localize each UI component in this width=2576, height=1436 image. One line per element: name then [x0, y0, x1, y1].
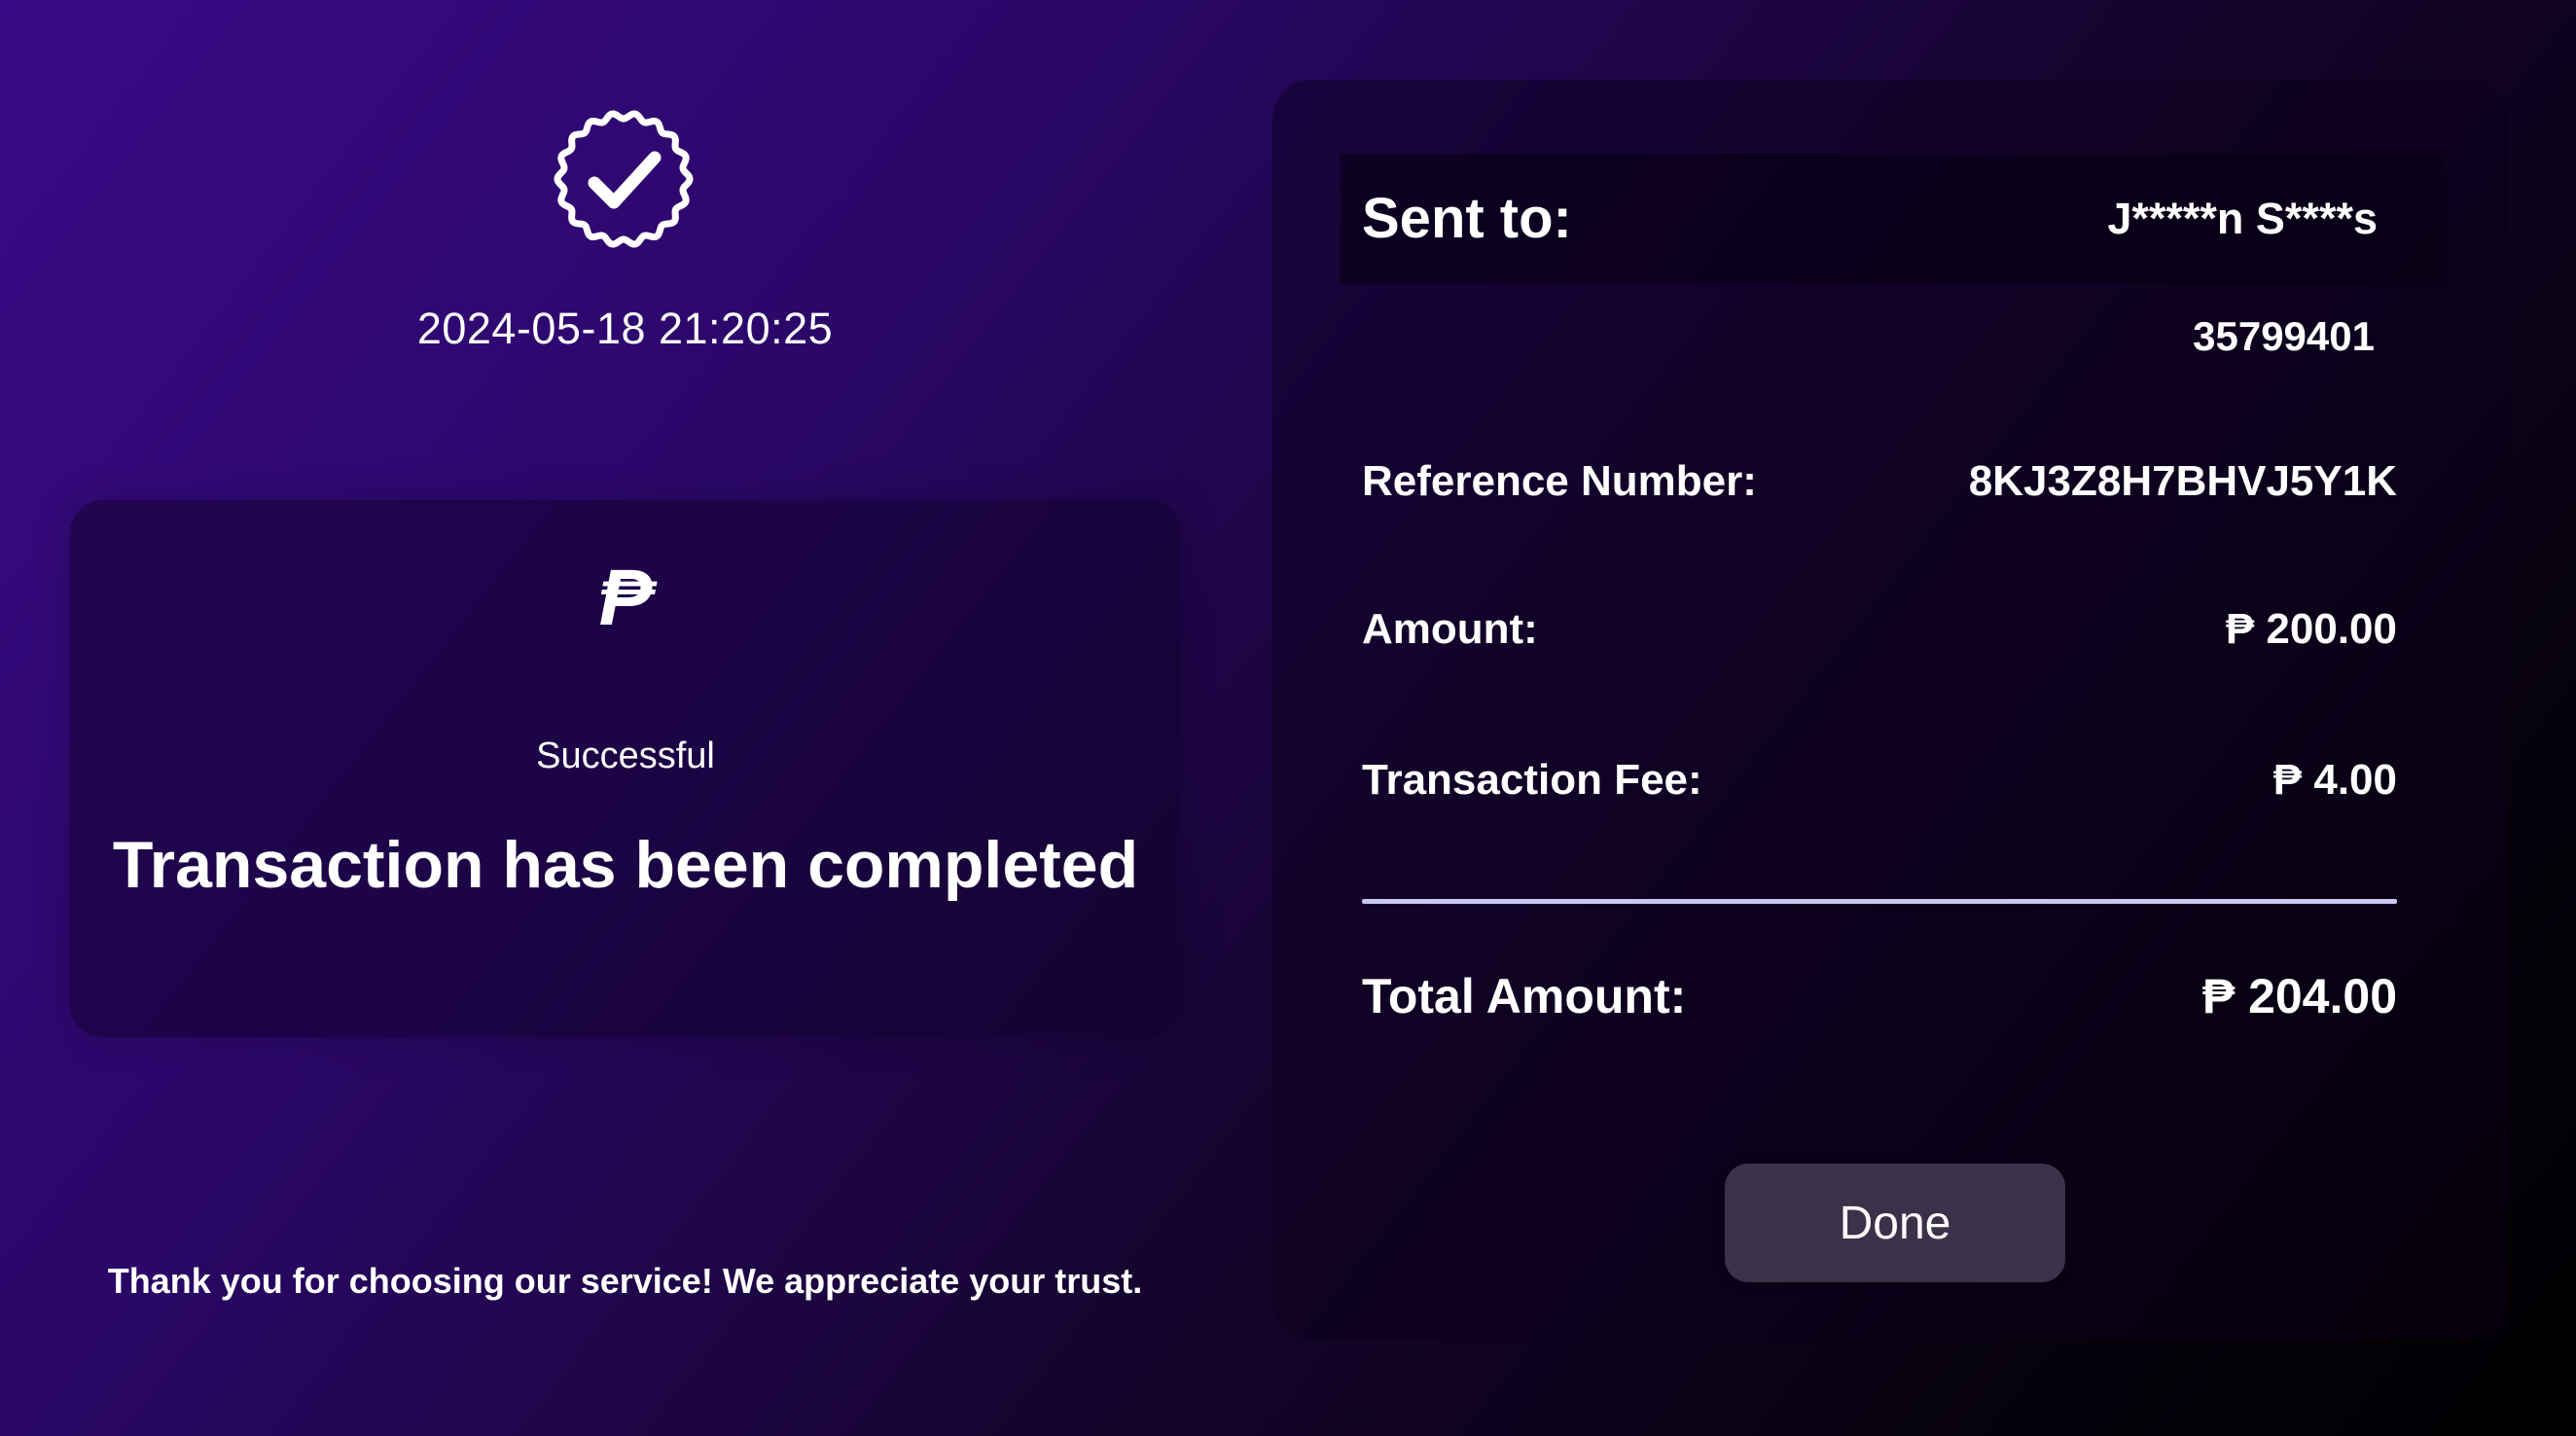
total-divider — [1362, 899, 2397, 904]
verified-check-badge-icon — [552, 107, 696, 251]
recipient-name: J*****n S****s — [2107, 194, 2378, 243]
amount-row: Amount: ₱ 200.00 — [1362, 605, 2397, 664]
status-label: Successful — [536, 736, 715, 776]
sent-to-label: Sent to: — [1362, 187, 1572, 250]
transaction-fee-value: ₱ 4.00 — [2272, 756, 2397, 804]
transaction-fee-row: Transaction Fee: ₱ 4.00 — [1362, 756, 2397, 814]
transaction-fee-label: Transaction Fee: — [1362, 756, 1702, 804]
recipient-account-number: 35799401 — [2193, 313, 2375, 359]
transaction-timestamp: 2024-05-18 21:20:25 — [416, 304, 834, 353]
reference-number-value: 8KJ3Z8H7BHVJ5Y1K — [1968, 457, 2397, 505]
status-message: Transaction has been completed — [112, 828, 1139, 902]
amount-label: Amount: — [1362, 605, 1538, 653]
receipt-summary: 2024-05-18 21:20:25 ₱ Successful Transac… — [0, 0, 1250, 1436]
peso-logo-icon: ₱ — [598, 554, 653, 642]
amount-value: ₱ 200.00 — [2225, 605, 2397, 653]
sent-to-bar: Sent to: J*****n S****s — [1341, 154, 2442, 284]
transaction-details-panel: Sent to: J*****n S****s 35799401 Referen… — [1272, 80, 2508, 1340]
total-amount-value: ₱ 204.00 — [2201, 969, 2397, 1023]
total-amount-label: Total Amount: — [1362, 969, 1687, 1023]
total-amount-row: Total Amount: ₱ 204.00 — [1362, 968, 2397, 1026]
done-button[interactable]: Done — [1725, 1164, 2065, 1282]
status-card: ₱ Successful Transaction has been comple… — [70, 500, 1181, 1037]
reference-number-label: Reference Number: — [1362, 457, 1757, 505]
thank-you-message: Thank you for choosing our service! We a… — [107, 1261, 1143, 1301]
reference-number-row: Reference Number: 8KJ3Z8H7BHVJ5Y1K — [1362, 457, 2397, 516]
